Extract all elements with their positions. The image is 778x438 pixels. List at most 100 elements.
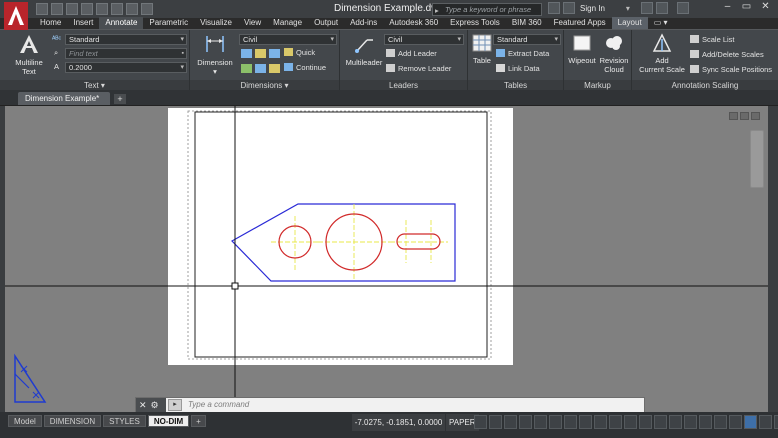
tab-featured-apps[interactable]: Featured Apps bbox=[548, 17, 612, 29]
close-icon[interactable]: ✕ bbox=[139, 400, 147, 411]
layout-tab-no-dim[interactable]: NO-DIM bbox=[147, 415, 190, 427]
tab-annotate[interactable]: Annotate bbox=[99, 17, 144, 29]
grid-icon[interactable] bbox=[474, 415, 487, 429]
tab-bim-360[interactable]: BIM 360 bbox=[506, 17, 548, 29]
object-snap-icon[interactable] bbox=[564, 415, 577, 429]
quick-properties-icon[interactable] bbox=[654, 415, 667, 429]
table-button[interactable]: Table bbox=[470, 33, 494, 65]
isolate-objects-icon[interactable] bbox=[684, 415, 697, 429]
coordinates-readout[interactable]: -7.0275, -0.1851, 0.0000 bbox=[352, 414, 445, 431]
text-style-dropdown[interactable]: Standard ▾ bbox=[65, 34, 187, 45]
undo-icon[interactable] bbox=[111, 3, 123, 15]
viewport-close-icon[interactable] bbox=[751, 112, 760, 120]
command-prompt-icon[interactable]: ▸ bbox=[168, 399, 182, 411]
units-icon[interactable] bbox=[639, 415, 652, 429]
wipeout-button[interactable]: Wipeout bbox=[566, 33, 598, 65]
ortho-icon[interactable] bbox=[504, 415, 517, 429]
dim-baseline-icon[interactable] bbox=[241, 64, 252, 73]
redo-icon[interactable] bbox=[126, 3, 138, 15]
extract-data-button[interactable]: Extract Data bbox=[496, 49, 549, 59]
tab-add-ins[interactable]: Add-ins bbox=[344, 17, 383, 29]
dim-break-icon[interactable] bbox=[269, 64, 280, 73]
new-layout-button[interactable]: + bbox=[191, 415, 206, 427]
save-icon[interactable] bbox=[66, 3, 78, 15]
leader-style-dropdown[interactable]: Civil ▾ bbox=[384, 34, 464, 45]
tab-parametric[interactable]: Parametric bbox=[143, 17, 194, 29]
a360-icon[interactable] bbox=[655, 2, 668, 14]
ribbon-minimize-icon[interactable]: ▭ ▾ bbox=[648, 17, 674, 29]
sign-in-button[interactable]: Sign In bbox=[580, 4, 605, 13]
customize-qat-icon[interactable] bbox=[141, 3, 153, 15]
minimize-icon[interactable]: – bbox=[719, 1, 736, 14]
application-menu-button[interactable] bbox=[4, 2, 28, 30]
save-as-icon[interactable] bbox=[81, 3, 93, 15]
layout-tab-styles[interactable]: STYLES bbox=[103, 415, 146, 427]
tab-layout[interactable]: Layout bbox=[611, 17, 648, 29]
customization-menu-icon[interactable] bbox=[774, 415, 778, 429]
viewport-minimize-icon[interactable] bbox=[729, 112, 738, 120]
revision-cloud-button[interactable]: Revision Cloud bbox=[597, 33, 631, 74]
command-input[interactable]: Type a command bbox=[188, 398, 249, 412]
viewport-restore-icon[interactable] bbox=[740, 112, 749, 120]
clean-screen-icon[interactable] bbox=[759, 415, 772, 429]
trash-icon[interactable] bbox=[729, 415, 742, 429]
plot-icon[interactable] bbox=[96, 3, 108, 15]
dim-style-dropdown[interactable]: Civil ▾ bbox=[239, 34, 337, 45]
new-file-icon[interactable] bbox=[36, 3, 48, 15]
search-input[interactable]: ▸ Type a keyword or phrase bbox=[432, 3, 542, 16]
new-document-tab-button[interactable]: + bbox=[114, 94, 126, 104]
link-data-button[interactable]: Link Data bbox=[496, 64, 540, 74]
find-text-input[interactable]: Find text ▪ bbox=[65, 48, 187, 59]
dim-angular-icon[interactable] bbox=[269, 49, 280, 58]
transparency-icon[interactable] bbox=[594, 415, 607, 429]
tab-home[interactable]: Home bbox=[34, 17, 67, 29]
tab-insert[interactable]: Insert bbox=[67, 17, 99, 29]
isodraft-icon[interactable] bbox=[534, 415, 547, 429]
add-leader-button[interactable]: Add Leader bbox=[386, 49, 437, 59]
tab-express-tools[interactable]: Express Tools bbox=[444, 17, 506, 29]
tab-view[interactable]: View bbox=[238, 17, 267, 29]
dimension-button[interactable]: Dimension ▾ bbox=[195, 33, 235, 76]
sync-scale-positions-button[interactable]: Sync Scale Positions bbox=[690, 65, 772, 75]
add-current-scale-button[interactable]: Add Current Scale bbox=[636, 33, 688, 74]
annotation-monitor-icon[interactable] bbox=[624, 415, 637, 429]
polar-icon[interactable] bbox=[519, 415, 532, 429]
object-snap-tracking-icon[interactable] bbox=[549, 415, 562, 429]
remove-leader-button[interactable]: Remove Leader bbox=[386, 64, 451, 74]
text-height-dropdown[interactable]: 0.2000 ▾ bbox=[65, 62, 187, 73]
continue-dim-button[interactable]: Continue bbox=[284, 63, 326, 73]
wrench-icon[interactable]: ⚙ bbox=[151, 400, 159, 411]
close-icon[interactable]: ✕ bbox=[757, 1, 774, 14]
hardware-acceleration-icon[interactable] bbox=[744, 415, 757, 429]
dim-linear-icon[interactable] bbox=[241, 49, 252, 58]
add-delete-scales-button[interactable]: Add/Delete Scales bbox=[690, 50, 764, 60]
exchange-icon[interactable] bbox=[640, 2, 653, 14]
document-tab[interactable]: Dimension Example* bbox=[18, 92, 110, 105]
snap-icon[interactable] bbox=[489, 415, 502, 429]
selection-cycling-icon[interactable] bbox=[609, 415, 622, 429]
layout-tab-model[interactable]: Model bbox=[8, 415, 42, 427]
tab-autodesk-360[interactable]: Autodesk 360 bbox=[383, 17, 444, 29]
tab-visualize[interactable]: Visualize bbox=[194, 17, 238, 29]
help-icon[interactable] bbox=[676, 2, 689, 14]
dim-aligned-icon[interactable] bbox=[255, 49, 266, 58]
lineweight-icon[interactable] bbox=[579, 415, 592, 429]
maximize-icon[interactable]: ▭ bbox=[738, 1, 755, 14]
workspace-gear-icon[interactable] bbox=[699, 415, 712, 429]
table-style-dropdown[interactable]: Standard ▾ bbox=[493, 34, 561, 45]
navigation-bar[interactable] bbox=[750, 130, 764, 188]
tab-manage[interactable]: Manage bbox=[267, 17, 308, 29]
chevron-down-icon[interactable]: ▾ bbox=[626, 4, 630, 13]
open-file-icon[interactable] bbox=[51, 3, 63, 15]
scale-list-button[interactable]: Scale List bbox=[690, 35, 735, 45]
add-icon[interactable] bbox=[714, 415, 727, 429]
multileader-button[interactable]: Multileader bbox=[344, 33, 384, 67]
lock-ui-icon[interactable] bbox=[669, 415, 682, 429]
binoculars-icon[interactable] bbox=[548, 2, 560, 14]
drawing-canvas[interactable] bbox=[5, 106, 768, 412]
dim-space-icon[interactable] bbox=[255, 64, 266, 73]
multiline-text-button[interactable]: Multiline Text bbox=[10, 33, 48, 76]
tab-output[interactable]: Output bbox=[308, 17, 344, 29]
user-icon[interactable] bbox=[563, 2, 575, 14]
quick-dim-button[interactable]: Quick bbox=[284, 48, 315, 58]
